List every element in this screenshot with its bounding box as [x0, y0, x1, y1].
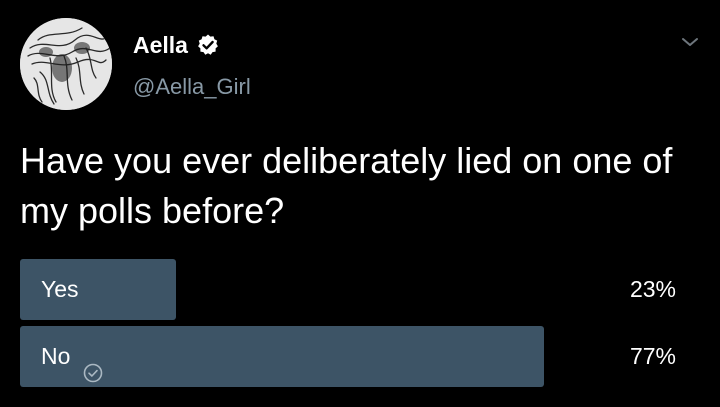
poll-option-label: Yes — [41, 259, 79, 320]
check-circle-icon — [82, 346, 104, 382]
poll-option-percent: 77% — [629, 343, 676, 369]
poll-option-text: Yes — [41, 276, 79, 302]
verified-badge-icon — [196, 33, 220, 57]
poll: Yes 23% No 77% — [20, 259, 700, 393]
poll-option-no: No 77% — [20, 326, 700, 387]
avatar[interactable] — [20, 18, 112, 110]
poll-option-yes: Yes 23% — [20, 259, 700, 320]
poll-option-label: No — [41, 326, 104, 387]
author-name-row: Aella — [133, 28, 220, 62]
poll-option-text: No — [41, 343, 71, 369]
poll-option-percent: 23% — [629, 276, 676, 302]
avatar-sketch-icon — [20, 18, 112, 110]
display-name[interactable]: Aella — [133, 28, 188, 62]
tweet-text: Have you ever deliberately lied on one o… — [20, 140, 673, 231]
tweet-card: Aella @Aella_Girl Have you ever delibera… — [0, 0, 720, 406]
chevron-down-icon[interactable] — [676, 28, 704, 56]
author-handle[interactable]: @Aella_Girl — [133, 72, 251, 102]
